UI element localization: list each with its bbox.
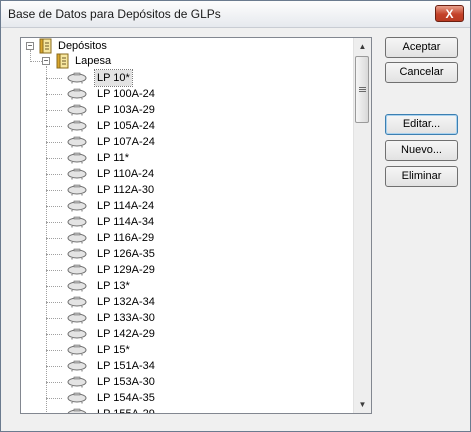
new-button[interactable]: Nuevo... bbox=[385, 140, 458, 161]
grip-line bbox=[359, 91, 366, 92]
cancel-button[interactable]: Cancelar bbox=[385, 62, 458, 83]
tree-item-label: LP 151A-34 bbox=[97, 360, 155, 372]
tank-icon bbox=[67, 152, 87, 164]
tree-connector bbox=[46, 142, 62, 143]
tank-icon bbox=[67, 184, 87, 196]
tree-item-label: LP 155A-29 bbox=[95, 406, 157, 413]
tree-connector bbox=[46, 222, 62, 223]
tree-item-label: LP 112A-30 bbox=[97, 184, 155, 196]
tree-connector bbox=[46, 110, 62, 111]
tree-item-label: LP 114A-24 bbox=[97, 200, 155, 212]
tree-connector bbox=[46, 318, 62, 319]
tree-item-label: LP 105A-24 bbox=[97, 120, 155, 132]
tree-root-label: Depósitos bbox=[58, 40, 107, 52]
tree-item-label: LP 10* bbox=[94, 69, 133, 87]
title-bar[interactable]: Base de Datos para Depósitos de GLPs X bbox=[1, 1, 470, 28]
tree-item-label: LP 110A-24 bbox=[97, 168, 155, 180]
tank-icon bbox=[67, 360, 87, 372]
tree-content: − Depósitos − Lapesa LP 10* LP 100A-24 L… bbox=[21, 38, 354, 413]
tree-connector bbox=[46, 398, 62, 399]
tree-item-label: LP 154A-35 bbox=[97, 392, 155, 404]
tank-icon bbox=[67, 312, 87, 324]
tree-connector bbox=[46, 254, 62, 255]
deposits-tree[interactable]: − Depósitos − Lapesa LP 10* LP 100A-24 L… bbox=[20, 37, 372, 414]
grip-line bbox=[359, 87, 366, 88]
tree-item-label: LP 133A-30 bbox=[97, 312, 155, 324]
tank-icon bbox=[67, 408, 87, 413]
tree-connector bbox=[46, 366, 62, 367]
tree-item-label: LP 13* bbox=[97, 280, 130, 292]
tank-icon bbox=[67, 328, 87, 340]
tank-icon bbox=[67, 392, 87, 404]
tank-icon bbox=[67, 376, 87, 388]
tree-item-label: LP 132A-34 bbox=[97, 296, 155, 308]
tank-icon bbox=[67, 296, 87, 308]
tree-connector bbox=[46, 334, 62, 335]
tank-icon bbox=[67, 264, 87, 276]
tree-item-label: LP 103A-29 bbox=[97, 104, 155, 116]
tree-connector bbox=[30, 61, 42, 62]
book-icon bbox=[56, 53, 69, 69]
accept-button[interactable]: Aceptar bbox=[385, 37, 458, 58]
edit-button[interactable]: Editar... bbox=[385, 114, 458, 135]
tree-connector bbox=[46, 350, 62, 351]
tree-connector bbox=[46, 382, 62, 383]
root-expander[interactable]: − bbox=[26, 42, 34, 50]
delete-button[interactable]: Eliminar bbox=[385, 166, 458, 187]
tree-connector bbox=[46, 94, 62, 95]
tree-connector bbox=[46, 174, 62, 175]
tree-item-label: LP 15* bbox=[97, 344, 130, 356]
tank-icon bbox=[67, 72, 87, 84]
tank-icon bbox=[67, 216, 87, 228]
tree-connector bbox=[46, 238, 62, 239]
tank-icon bbox=[67, 248, 87, 260]
tank-icon bbox=[67, 200, 87, 212]
tree-group-label: Lapesa bbox=[75, 55, 112, 67]
tree-item-label: LP 126A-35 bbox=[97, 248, 155, 260]
tree-connector bbox=[46, 190, 62, 191]
scroll-down-icon[interactable]: ▼ bbox=[354, 396, 371, 413]
tree-item-label: LP 100A-24 bbox=[97, 88, 155, 100]
tank-icon bbox=[67, 280, 87, 292]
tree-connector bbox=[46, 270, 62, 271]
book-icon bbox=[39, 38, 52, 54]
tree-connector bbox=[46, 126, 62, 127]
tree-item-label: LP 129A-29 bbox=[97, 264, 155, 276]
tree-connector bbox=[46, 66, 47, 413]
vertical-scrollbar[interactable]: ▲ ▼ bbox=[353, 38, 371, 413]
close-button[interactable]: X bbox=[435, 5, 464, 22]
tree-item-label: LP 142A-29 bbox=[97, 328, 155, 340]
tank-icon bbox=[67, 232, 87, 244]
tank-icon bbox=[67, 344, 87, 356]
scroll-thumb[interactable] bbox=[355, 56, 369, 123]
tree-connector bbox=[46, 158, 62, 159]
tree-connector bbox=[46, 286, 62, 287]
tree-item-label: LP 114A-34 bbox=[97, 216, 155, 228]
dialog-window: Base de Datos para Depósitos de GLPs X −… bbox=[0, 0, 471, 432]
tank-icon bbox=[67, 136, 87, 148]
tree-item-label: LP 107A-24 bbox=[97, 136, 155, 148]
window-title: Base de Datos para Depósitos de GLPs bbox=[8, 7, 221, 21]
tank-icon bbox=[67, 120, 87, 132]
group-expander[interactable]: − bbox=[42, 57, 50, 65]
tank-icon bbox=[67, 104, 87, 116]
tree-connector bbox=[46, 206, 62, 207]
scroll-up-icon[interactable]: ▲ bbox=[354, 38, 371, 55]
tree-item-label: LP 153A-30 bbox=[97, 376, 155, 388]
grip-line bbox=[359, 89, 366, 90]
tree-connector bbox=[46, 302, 62, 303]
tank-icon bbox=[67, 168, 87, 180]
tree-connector bbox=[46, 78, 62, 79]
tank-icon bbox=[67, 88, 87, 100]
tree-item-label: LP 11* bbox=[97, 152, 130, 164]
tree-item-label: LP 116A-29 bbox=[97, 232, 155, 244]
